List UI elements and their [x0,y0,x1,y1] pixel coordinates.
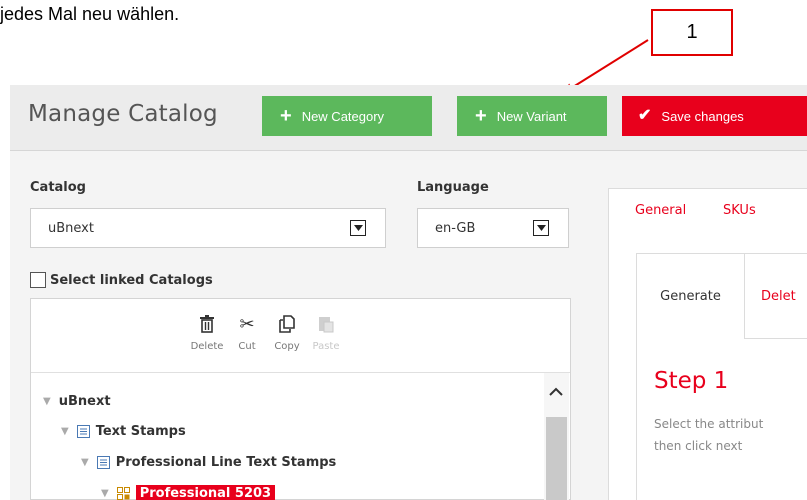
document-text: jedes Mal neu wählen. [0,4,180,24]
chevron-down-icon: ▼ [101,488,109,499]
generate-panel: Generate Delet Step 1 Select the attribu… [636,253,807,500]
save-changes-label: Save changes [661,108,744,124]
tree-item-text-stamps-label: Text Stamps [95,424,186,439]
tab-general[interactable]: General [635,203,686,218]
chevron-down-icon: ▼ [81,457,89,468]
step-title: Step 1 [654,368,729,394]
scissors-icon: ✂ [239,314,255,335]
tree-item-root[interactable]: ▼ uBnext [43,394,111,409]
callout-box: 1 [651,9,733,56]
page-title: Manage Catalog [28,101,218,127]
plus-icon: + [280,105,292,127]
copy-tool-label: Copy [274,341,300,352]
tree-scrollbar[interactable] [544,373,569,500]
language-select-value: en-GB [435,220,476,236]
tree-item-professional-5203-label: Professional 5203 [135,485,276,500]
delete-tool-label: Delete [190,341,224,352]
copy-tool[interactable]: Copy [267,315,307,352]
trash-icon [199,315,215,335]
tree-item-professional-line-label: Professional Line Text Stamps [115,455,337,470]
catalog-select-value: uBnext [48,220,94,236]
list-icon [96,456,110,469]
tab-skus[interactable]: SKUs [723,203,756,218]
tree-item-professional-5203[interactable]: ▼ Professional 5203 [101,485,276,500]
callout-number: 1 [686,21,698,43]
header-bar: Manage Catalog + New Category + New Vari… [10,85,807,151]
subtab-delete[interactable]: Delet [761,254,796,339]
paste-tool[interactable]: Paste [306,315,346,352]
tree-item-professional-line[interactable]: ▼ Professional Line Text Stamps [81,455,336,470]
paste-icon [318,315,334,335]
chevron-down-icon: ▼ [43,396,51,407]
check-icon: ✔ [638,107,652,124]
new-category-label: New Category [301,108,385,124]
chevron-down-icon [350,220,366,236]
select-linked-label: Select linked Catalogs [50,272,213,288]
tree-toolbar: Delete ✂ Cut Copy Paste [31,299,570,373]
manage-catalog-app: Manage Catalog + New Category + New Vari… [10,85,807,500]
new-variant-button[interactable]: + New Variant [457,96,607,136]
select-linked-catalogs[interactable]: Select linked Catalogs [30,272,213,288]
tree-item-root-label: uBnext [58,394,111,409]
copy-icon [279,315,295,335]
new-variant-label: New Variant [496,108,567,124]
chevron-down-icon: ▼ [61,426,69,437]
delete-tool[interactable]: Delete [187,315,227,352]
catalog-label: Catalog [30,180,86,195]
paste-tool-label: Paste [312,341,340,352]
list-icon [76,425,90,438]
catalog-tree-panel: Delete ✂ Cut Copy Paste ▼ uBnext ▼ Text … [30,298,571,500]
tree-item-text-stamps[interactable]: ▼ Text Stamps [61,424,186,439]
step-description: Select the attribut then click next [654,413,763,457]
chevron-down-icon [533,220,549,236]
subtab-generate[interactable]: Generate [637,254,745,339]
cut-tool[interactable]: ✂ Cut [227,314,267,353]
catalog-select[interactable]: uBnext [30,208,386,248]
grid-icon [116,487,130,500]
subtab-row: Generate Delet [637,254,807,339]
step-description-line2: then click next [654,439,743,453]
subtab-generate-label: Generate [660,289,721,304]
subtab-delete-label: Delet [761,289,796,304]
scroll-thumb[interactable] [546,417,567,500]
chevron-up-icon[interactable] [549,381,563,400]
cut-tool-label: Cut [238,341,256,352]
language-select[interactable]: en-GB [417,208,569,248]
plus-icon: + [475,105,487,127]
language-label: Language [417,180,489,195]
new-category-button[interactable]: + New Category [262,96,432,136]
save-changes-button[interactable]: ✔ Save changes [622,96,807,136]
step-description-line1: Select the attribut [654,417,764,431]
select-linked-checkbox[interactable] [30,272,46,288]
variant-panel: General SKUs Generate Delet Step 1 Selec… [608,188,807,500]
